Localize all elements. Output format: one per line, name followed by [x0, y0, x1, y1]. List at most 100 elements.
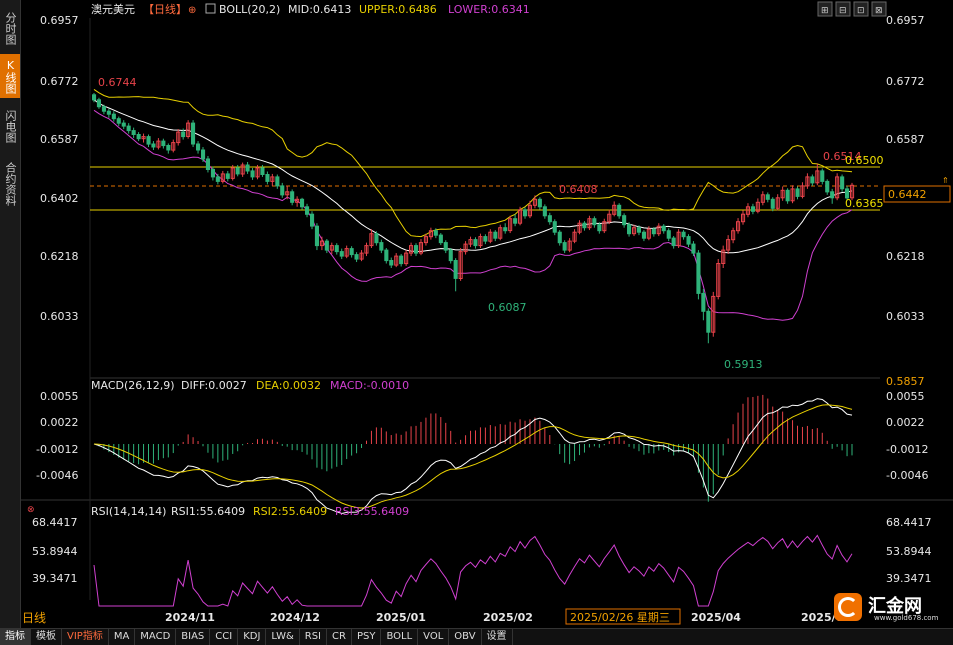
candle-body — [830, 191, 835, 199]
candle-body — [617, 204, 622, 217]
candle-body — [622, 215, 627, 226]
rsi2-value: RSI2:55.6409 — [253, 505, 327, 518]
date-label: 2025/04 — [691, 611, 741, 624]
candle — [116, 116, 121, 127]
candle — [334, 243, 339, 255]
candle-body — [250, 170, 255, 178]
toolbar-obv[interactable]: OBV — [449, 629, 482, 645]
candle — [676, 229, 681, 248]
candle — [438, 233, 443, 246]
toolbar-bias[interactable]: BIAS — [176, 629, 211, 645]
candle — [840, 174, 845, 192]
candle-body — [389, 260, 394, 266]
rsi-tick-right: 39.3471 — [886, 572, 932, 585]
price-tick-left: 0.6402 — [40, 192, 79, 205]
candle-body — [562, 242, 567, 251]
toolbar-cci[interactable]: CCI — [210, 629, 239, 645]
toolbar-vip-indicators[interactable]: VIP指标 — [62, 629, 109, 645]
toolbar-vol[interactable]: VOL — [418, 629, 450, 645]
candle — [602, 218, 607, 234]
candle — [785, 188, 790, 204]
candle — [607, 209, 612, 225]
last-price-tag: 0.6442 ⇑ — [883, 176, 951, 203]
candle-body — [151, 143, 156, 148]
candle — [240, 162, 245, 177]
svg-text:⊡: ⊡ — [857, 6, 865, 16]
macd-value: MACD:-0.0010 — [330, 379, 409, 392]
candle — [314, 223, 319, 251]
toolbar-kdj[interactable]: KDJ — [238, 629, 267, 645]
candle — [592, 216, 597, 228]
candle-body — [92, 94, 97, 101]
candle — [641, 230, 647, 242]
candle-body — [592, 218, 597, 226]
candle-body — [245, 164, 250, 172]
candle — [369, 229, 374, 248]
candle — [493, 230, 498, 242]
candle — [572, 229, 577, 244]
rsi-close-icon[interactable]: ⊗ — [27, 505, 35, 515]
toolbar-boll[interactable]: BOLL — [381, 629, 419, 645]
toolbar-cr[interactable]: CR — [327, 629, 352, 645]
annotation-high-mid: 0.6408 — [559, 183, 598, 196]
rsi-label: RSI(14,14,14) — [91, 505, 166, 518]
chart-area[interactable]: 澳元美元 【日线】 ⊕ BOLL(20,2) MID:0.6413 UPPER:… — [0, 0, 953, 628]
candle — [736, 218, 741, 234]
toolbar-templates[interactable]: 模板 — [31, 629, 62, 645]
rsi-tick-right: 68.4417 — [886, 516, 932, 529]
candle-body — [260, 167, 265, 175]
toolbar-rsi[interactable]: RSI — [300, 629, 328, 645]
toolbar-indicators[interactable]: 指标 — [0, 629, 31, 645]
macd-label: MACD(26,12,9) — [91, 379, 175, 392]
candlesticks[interactable] — [92, 92, 855, 344]
macd-tick-left: 0.0022 — [40, 416, 79, 429]
rsi-tick-left: 39.3471 — [32, 572, 78, 585]
toolbar-lw[interactable]: LW& — [266, 629, 300, 645]
candle — [805, 173, 810, 189]
candle — [508, 215, 513, 234]
settings-icon[interactable]: ⊕ — [188, 5, 196, 16]
macd-tick-right: 0.0055 — [886, 390, 925, 403]
candle-body — [414, 245, 419, 254]
price-tick-right: 0.6772 — [886, 75, 925, 88]
candle — [488, 229, 493, 244]
macd-tick-right: -0.0012 — [886, 443, 928, 456]
candle — [547, 212, 552, 225]
candle — [800, 182, 805, 199]
candle — [275, 174, 280, 189]
candle — [503, 223, 508, 234]
candle-body — [181, 131, 186, 138]
candle — [760, 191, 765, 206]
candle — [414, 243, 419, 257]
candle — [329, 242, 334, 254]
candle-body — [770, 198, 775, 209]
candle — [468, 236, 473, 248]
candle-body — [136, 134, 141, 140]
candle — [835, 173, 840, 201]
candle-body — [161, 140, 166, 147]
candle-body — [701, 292, 706, 312]
candle — [567, 238, 572, 253]
candle-body — [191, 122, 196, 145]
date-label: 2024/12 — [270, 611, 320, 624]
candle-body — [146, 136, 151, 145]
candle-body — [750, 206, 756, 212]
candle-body — [275, 176, 280, 187]
candle-body — [300, 198, 305, 208]
toolbar-settings[interactable]: 设置 — [482, 629, 513, 645]
toolbar-macd[interactable]: MACD — [135, 629, 177, 645]
macd-tick-left: -0.0046 — [36, 469, 78, 482]
timeframe-label[interactable]: 日线 — [22, 611, 46, 626]
indicator-icon[interactable] — [205, 3, 216, 14]
toolbar-psy[interactable]: PSY — [352, 629, 382, 645]
candle — [136, 132, 141, 142]
candle — [389, 257, 394, 269]
candle-body — [339, 251, 344, 257]
candle-body — [324, 240, 329, 251]
candle-body — [438, 234, 443, 244]
toolbar-ma[interactable]: MA — [109, 629, 136, 645]
candle — [126, 123, 131, 134]
rsi-tick-left: 53.8944 — [32, 545, 78, 558]
candle — [166, 143, 171, 154]
crosshair-date: 2025/02/26 星期三 — [565, 608, 681, 625]
